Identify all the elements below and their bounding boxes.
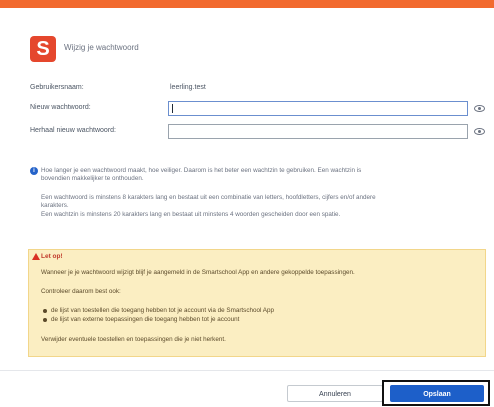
info-text-line: Een wachtzin is minstens 20 karakters la… [41,211,341,218]
show-repeat-password-eye-icon[interactable] [474,128,485,135]
new-password-label: Nieuw wachtwoord: [30,104,91,111]
warning-box: Let op! Wanneer je je wachtwoord wijzigt… [28,249,486,357]
warning-bullet-item: de lijst van externe toepassingen die to… [51,316,240,323]
info-text-line: karakters. [41,202,69,209]
top-accent-bar [0,0,494,8]
save-button[interactable]: Opslaan [390,385,484,402]
warning-text: Controleer daarom best ook: [41,288,121,295]
warning-text: Verwijder eventuele toestellen en toepas… [41,336,226,343]
warning-bullet-item: de lijst van toestellen die toegang hebb… [51,307,274,314]
footer-divider [0,370,494,371]
bullet-dot [43,309,47,313]
cancel-button[interactable]: Annuleren [287,385,383,402]
warning-triangle-icon [32,253,40,260]
info-icon: i [30,167,38,175]
info-text-line: Een wachtwoord is minstens 8 karakters l… [41,194,376,201]
username-value: leerling.test [170,84,206,91]
show-password-eye-icon[interactable] [474,105,485,112]
warning-text: Wanneer je je wachtwoord wijzigt blijf j… [41,269,355,276]
info-text-line: bovendien makkelijker te onthouden. [41,175,144,182]
repeat-password-input[interactable] [168,124,468,139]
new-password-input[interactable] [168,101,468,116]
dialog-title: Wijzig je wachtwoord [64,43,139,52]
info-text-line: Hoe langer je een wachtwoord maakt, hoe … [41,167,362,174]
warning-title: Let op! [41,253,63,260]
smartschool-logo-icon: S [30,36,56,62]
text-caret [172,104,173,113]
bullet-dot [43,318,47,322]
repeat-password-label: Herhaal nieuw wachtwoord: [30,127,116,134]
username-label: Gebruikersnaam: [30,84,84,91]
